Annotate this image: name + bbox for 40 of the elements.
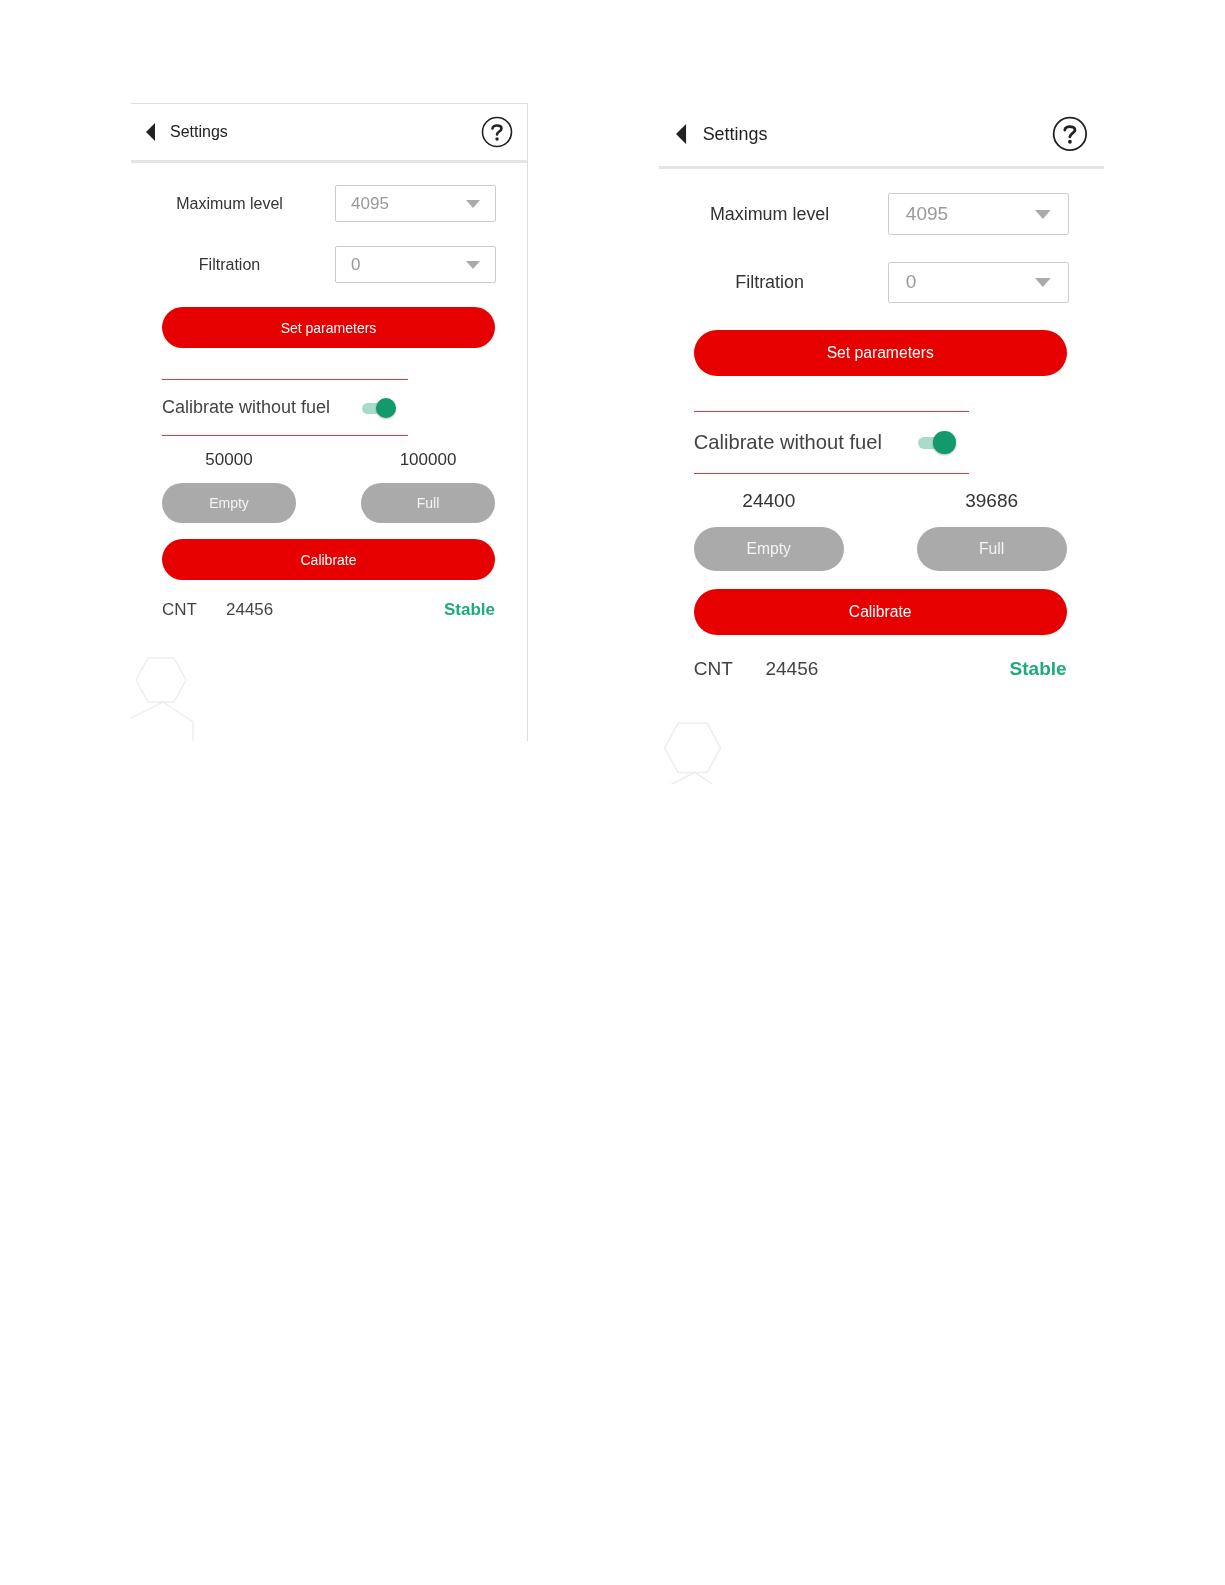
reading-value: 100000 <box>399 450 457 470</box>
back-icon[interactable] <box>146 123 156 141</box>
counter-value: 24456 <box>226 600 275 620</box>
field-label: Maximum level <box>175 194 284 213</box>
screen-title: Settings <box>170 123 229 141</box>
dropdown-field[interactable]: 0 <box>888 261 1069 304</box>
calibrate-button[interactable]: Calibrate <box>693 589 1067 636</box>
set-parameters-button[interactable]: Set parameters <box>162 307 495 348</box>
capture-button[interactable]: Empty <box>162 483 296 523</box>
dropdown-field[interactable]: 4095 <box>335 185 496 222</box>
back-icon[interactable] <box>675 124 687 145</box>
toggle-switch[interactable] <box>362 396 396 419</box>
dropdown-field[interactable]: 0 <box>335 246 496 283</box>
toggle-switch[interactable] <box>917 430 956 455</box>
status-text: Stable <box>443 600 495 620</box>
dropdown-field[interactable]: 4095 <box>888 193 1069 235</box>
toggle-label: Calibrate without fuel <box>693 431 883 454</box>
help-icon[interactable] <box>1052 116 1088 153</box>
capture-button[interactable]: Empty <box>693 526 844 572</box>
caret-icon <box>1035 209 1052 219</box>
caret-icon <box>466 199 480 208</box>
counter-label: CNT <box>162 600 198 620</box>
capture-button[interactable]: Full <box>916 526 1067 572</box>
set-parameters-button[interactable]: Set parameters <box>693 329 1067 376</box>
toggle-label: Calibrate without fuel <box>162 397 332 418</box>
reading-value: 39686 <box>965 490 1019 513</box>
capture-button[interactable]: Full <box>361 483 495 523</box>
field-label: Filtration <box>197 255 262 274</box>
counter-value: 24456 <box>765 657 820 680</box>
field-label: Maximum level <box>708 203 831 225</box>
status-text: Stable <box>1009 657 1067 680</box>
field-label: Filtration <box>734 271 805 293</box>
screen-title: Settings <box>702 123 769 145</box>
reading-value: 24400 <box>742 490 796 513</box>
reading-value: 50000 <box>205 450 253 470</box>
caret-icon <box>1035 277 1052 287</box>
calibrate-button[interactable]: Calibrate <box>162 539 495 580</box>
caret-icon <box>466 260 480 269</box>
counter-label: CNT <box>693 657 734 680</box>
help-icon[interactable] <box>481 116 513 148</box>
